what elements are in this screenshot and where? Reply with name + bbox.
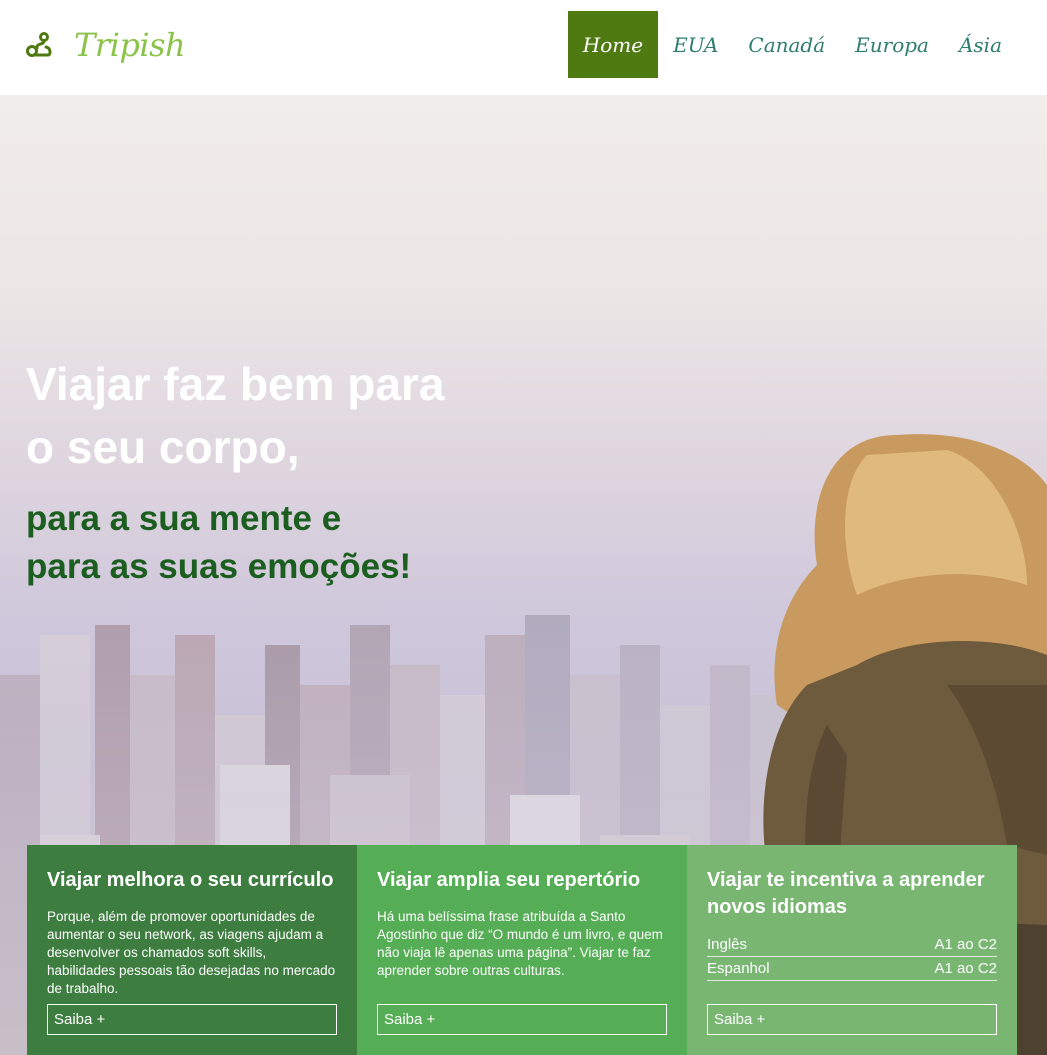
language-name: Inglês (707, 936, 748, 953)
brand-name: Tripish (74, 26, 186, 64)
card-title: Viajar te incentiva a aprender novos idi… (707, 869, 985, 918)
language-level: A1 ao C2 (934, 936, 997, 953)
nav-item-asia[interactable]: Ásia (944, 11, 1017, 78)
logo[interactable]: Tripish (26, 26, 186, 64)
benefit-cards: Viajar melhora o seu currículo Porque, a… (27, 845, 1017, 1055)
hero-headline-line-2: o seu corpo, (26, 421, 300, 473)
saiba-mais-button[interactable]: Saiba + (47, 1004, 337, 1035)
card-title: Viajar amplia seu repertório (377, 869, 641, 891)
site-header: Tripish Home EUA Canadá Europa Ásia (0, 0, 1047, 95)
card-text: Há uma belíssima frase atribuída a Santo… (377, 909, 663, 978)
main-nav: Home EUA Canadá Europa Ásia (567, 11, 1017, 78)
nav-item-home[interactable]: Home (567, 11, 659, 78)
hero-subheadline-line-1: para a sua mente e (26, 499, 342, 538)
saiba-mais-button[interactable]: Saiba + (377, 1004, 667, 1035)
language-level: A1 ao C2 (934, 960, 997, 977)
language-row: Espanhol A1 ao C2 (707, 959, 997, 981)
language-name: Espanhol (707, 960, 770, 977)
language-row: Inglês A1 ao C2 (707, 935, 997, 957)
card-title: Viajar melhora o seu currículo (47, 869, 334, 891)
nav-item-canada[interactable]: Canadá (733, 11, 840, 78)
saiba-mais-button[interactable]: Saiba + (707, 1004, 997, 1035)
card-languages: Viajar te incentiva a aprender novos idi… (687, 845, 1017, 1055)
card-text: Porque, além de promover oportunidades d… (47, 909, 336, 996)
route-icon (26, 32, 52, 57)
hero-subheadline: para a sua mente e para as suas emoções! (26, 495, 466, 591)
card-curriculum: Viajar melhora o seu currículo Porque, a… (27, 845, 357, 1055)
hero-headline-line-1: Viajar faz bem para (26, 358, 445, 410)
card-repertoire: Viajar amplia seu repertório Há uma belí… (357, 845, 687, 1055)
nav-item-europa[interactable]: Europa (840, 11, 944, 78)
nav-item-eua[interactable]: EUA (658, 11, 733, 78)
hero-headline: Viajar faz bem para o seu corpo, (26, 353, 466, 479)
hero-subheadline-line-2: para as suas emoções! (26, 547, 412, 586)
